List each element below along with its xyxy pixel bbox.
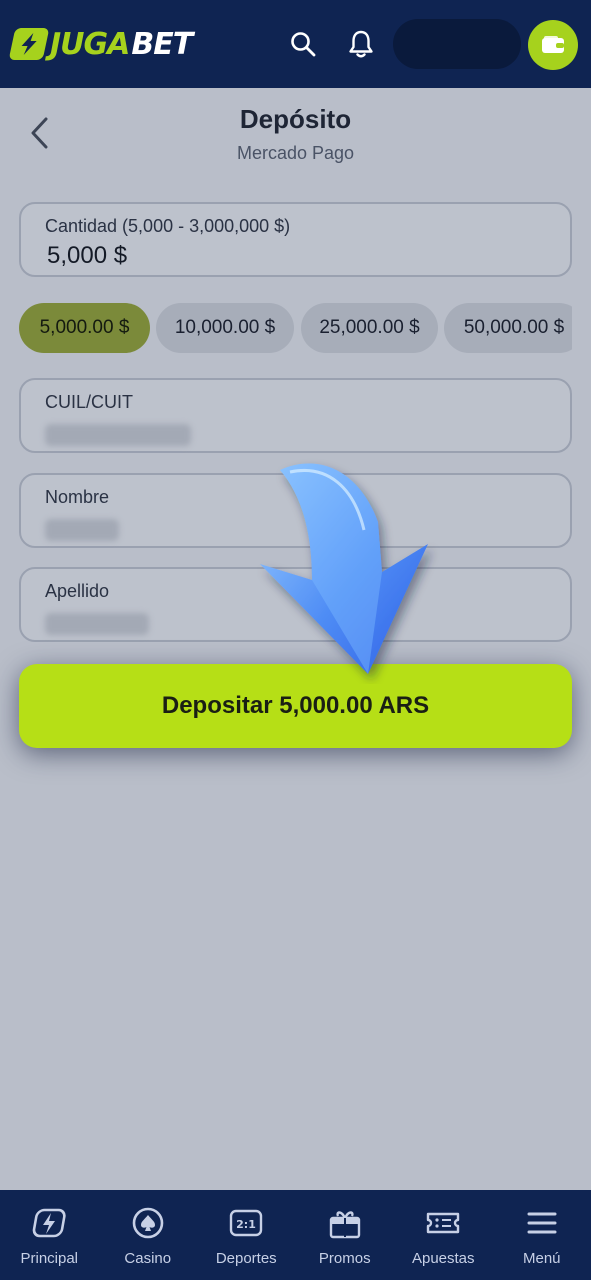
top-header: JUGABET bbox=[0, 0, 591, 88]
chip-10000[interactable]: 10,000.00 $ bbox=[156, 303, 294, 353]
odds-2-1-icon: 2:1 bbox=[228, 1206, 264, 1240]
chip-5000[interactable]: 5,000.00 $ bbox=[19, 303, 150, 353]
chip-50000[interactable]: 50,000.00 $ bbox=[444, 303, 572, 353]
nav-label-deportes: Deportes bbox=[215, 1250, 277, 1267]
wallet-icon[interactable] bbox=[528, 20, 578, 70]
logo-text-juga: JUGA bbox=[50, 26, 130, 62]
nav-item-principal[interactable]: Principal bbox=[0, 1190, 99, 1280]
search-icon[interactable] bbox=[286, 26, 320, 62]
logo-text-bet: BET bbox=[131, 26, 193, 62]
lightning-icon bbox=[31, 1206, 67, 1240]
page-subtitle: Mercado Pago bbox=[236, 143, 355, 163]
balance-pill[interactable] bbox=[393, 19, 521, 69]
bottom-nav: Principal Casino 2:1 Deportes Promos Apu… bbox=[0, 1190, 591, 1280]
nombre-value-blurred bbox=[45, 519, 119, 541]
amount-field-value[interactable]: 5,000 $ bbox=[47, 242, 127, 270]
jugabet-logo[interactable]: JUGABET bbox=[8, 26, 193, 62]
nombre-label: Nombre bbox=[45, 487, 110, 507]
nav-item-menu[interactable]: Menú bbox=[493, 1190, 591, 1280]
bell-icon[interactable] bbox=[344, 26, 378, 62]
cuil-cuit-field[interactable]: CUIL/CUIT bbox=[19, 378, 572, 453]
nav-item-promos[interactable]: Promos bbox=[296, 1190, 395, 1280]
apellido-value-blurred bbox=[45, 613, 149, 635]
page-title: Depósito bbox=[239, 104, 352, 134]
ticket-icon bbox=[425, 1206, 461, 1240]
nav-label-menu: Menú bbox=[522, 1250, 561, 1267]
nav-label-casino: Casino bbox=[124, 1250, 172, 1267]
amount-field[interactable]: Cantidad (5,000 - 3,000,000 $) 5,000 $ bbox=[19, 202, 572, 277]
nav-item-casino[interactable]: Casino bbox=[99, 1190, 198, 1280]
chip-25000[interactable]: 25,000.00 $ bbox=[301, 303, 438, 353]
nav-item-apuestas[interactable]: Apuestas bbox=[394, 1190, 493, 1280]
cuil-cuit-label: CUIL/CUIT bbox=[45, 392, 134, 412]
apellido-label: Apellido bbox=[45, 581, 110, 601]
quick-amount-chips: 5,000.00 $ 10,000.00 $ 25,000.00 $ 50,00… bbox=[19, 303, 572, 353]
cuil-cuit-value-blurred bbox=[45, 424, 191, 446]
odds-icon-text: 2:1 bbox=[236, 1218, 256, 1231]
gift-icon bbox=[327, 1206, 363, 1240]
nav-label-principal: Principal bbox=[20, 1250, 79, 1267]
nav-label-promos: Promos bbox=[318, 1250, 371, 1267]
nav-item-deportes[interactable]: 2:1 Deportes bbox=[197, 1190, 296, 1280]
pointing-arrow-icon bbox=[260, 463, 428, 674]
nav-label-apuestas: Apuestas bbox=[411, 1250, 475, 1267]
hamburger-icon bbox=[524, 1206, 560, 1240]
logo-bolt-icon bbox=[8, 28, 50, 60]
amount-field-label: Cantidad (5,000 - 3,000,000 $) bbox=[45, 216, 291, 236]
spade-chip-icon bbox=[130, 1206, 166, 1240]
